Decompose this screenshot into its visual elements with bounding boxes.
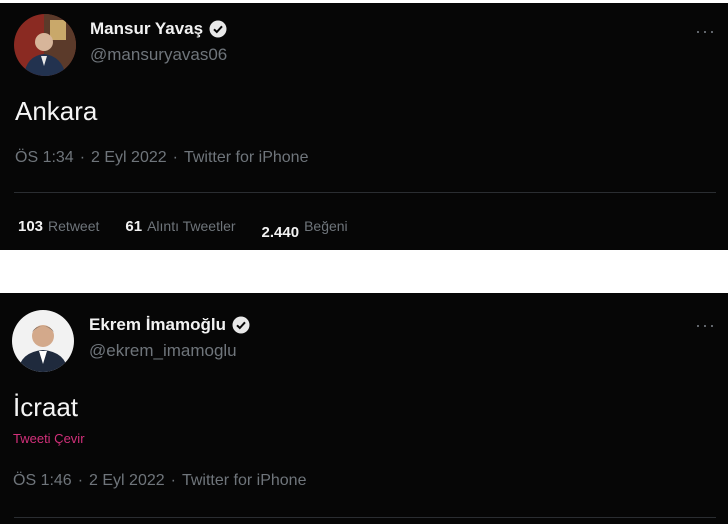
retweet-label: Retweet — [48, 218, 100, 234]
translate-link[interactable]: Tweeti Çevir — [13, 431, 85, 446]
quote-label: Alıntı Tweetler — [147, 218, 236, 234]
more-options-icon[interactable]: ··· — [695, 315, 716, 336]
retweet-count[interactable]: 103 Retweet — [18, 218, 99, 235]
meta-separator: · — [172, 149, 178, 166]
like-label: Beğeni — [304, 218, 348, 234]
tweet-time[interactable]: ÖS 1:34 — [15, 149, 74, 167]
more-options-icon[interactable]: ··· — [695, 21, 716, 42]
tweet-text: Ankara — [15, 96, 98, 126]
verified-badge-icon — [232, 316, 250, 334]
like-count[interactable]: 2.440 Beğeni — [262, 218, 348, 241]
tweet-card-2: Ekrem İmamoğlu @ekrem_imamoglu ··· İcraa… — [0, 293, 728, 524]
tweet-meta: ÖS 1:46 · 2 Eyl 2022 · Twitter for iPhon… — [13, 472, 306, 490]
divider — [14, 192, 716, 193]
meta-separator: · — [79, 149, 86, 166]
divider — [14, 517, 716, 518]
like-number: 2.440 — [261, 224, 300, 241]
handle[interactable]: @ekrem_imamoglu — [89, 341, 237, 361]
display-name[interactable]: Ekrem İmamoğlu — [89, 315, 226, 335]
tweet-date[interactable]: 2 Eyl 2022 — [91, 149, 167, 167]
retweet-number: 103 — [18, 218, 44, 235]
avatar[interactable] — [12, 310, 74, 372]
meta-separator: · — [77, 472, 84, 489]
quote-count[interactable]: 61 Alıntı Tweetler — [125, 218, 235, 235]
author-row: Mansur Yavaş — [90, 19, 227, 39]
tweet-text: İcraat — [13, 392, 79, 422]
tweet-card-1: Mansur Yavaş @mansuryavas06 ··· Ankara Ö… — [0, 3, 728, 250]
meta-separator: · — [170, 472, 176, 489]
tweet-meta: ÖS 1:34 · 2 Eyl 2022 · Twitter for iPhon… — [15, 149, 308, 167]
tweet-date[interactable]: 2 Eyl 2022 — [89, 472, 165, 490]
quote-number: 61 — [125, 218, 143, 235]
tweet-time[interactable]: ÖS 1:46 — [13, 472, 72, 490]
author-row: Ekrem İmamoğlu — [89, 315, 250, 335]
tweet-source[interactable]: Twitter for iPhone — [182, 472, 307, 490]
avatar[interactable] — [14, 14, 76, 76]
handle[interactable]: @mansuryavas06 — [90, 45, 227, 65]
tweet-stats: 103 Retweet 61 Alıntı Tweetler 2.440 Beğ… — [18, 218, 374, 241]
verified-badge-icon — [209, 20, 227, 38]
tweet-source[interactable]: Twitter for iPhone — [184, 149, 309, 167]
display-name[interactable]: Mansur Yavaş — [90, 19, 203, 39]
